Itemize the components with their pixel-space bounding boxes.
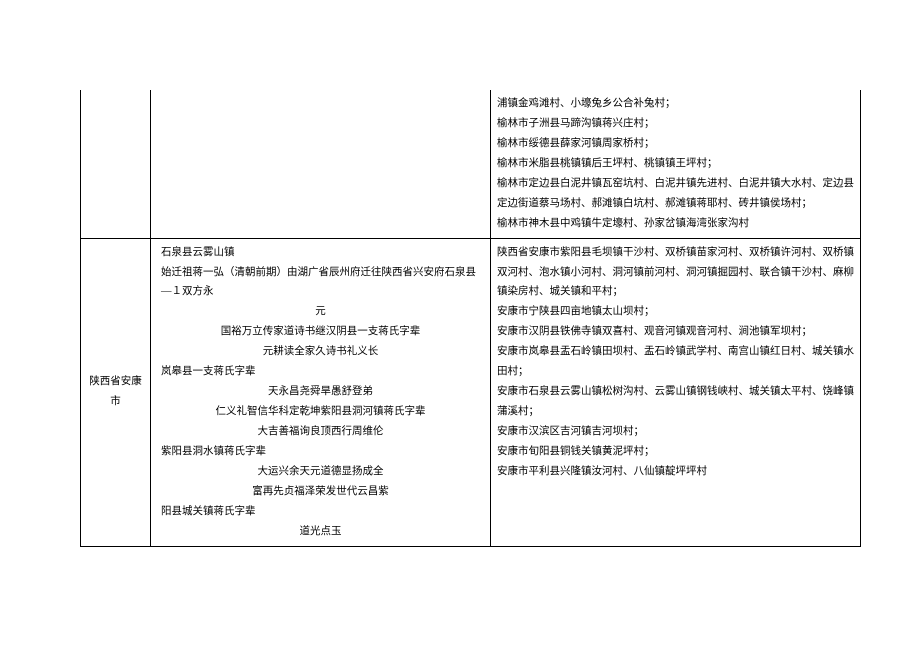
village-line: 榆林市神木县中鸡镇牛定壕村、孙家岔镇海湾张家沟村 [497,214,854,234]
lineage-line: 国裕万立传家道诗书继汉阴县一支蒋氏字辈 [157,322,484,342]
village-line: 安康市宁陕县四亩地镇太山坝村； [497,302,854,322]
lineage-line: 天永昌尧舜旱愚舒登弟 [157,382,484,402]
village-line: 浦镇金鸡滩村、小壕兔乡公合补兔村； [497,94,854,114]
village-line: 安康市石泉县云雾山镇松树沟村、云雾山镇钢钱峡村、城关镇太平村、饶峰镇蒲溪村； [497,382,854,422]
genealogy-table: 浦镇金鸡滩村、小壕兔乡公合补兔村；榆林市子洲县马蹄沟镇蒋兴庄村；榆林市绥德县薛家… [80,90,861,547]
region-cell [81,90,151,238]
village-line: 安康市岚皋县盂石岭镇田坝村、盂石岭镇武学村、南宫山镇红日村、城关镇水田村； [497,342,854,382]
lineage-cell: 石泉县云雾山镇始迁祖蒋一弘（清朝前期）由湖广省辰州府迁往陕西省兴安府石泉县—１双… [151,238,491,546]
village-line: 陕西省安康市紫阳县毛坝镇干沙村、双桥镇苗家河村、双桥镇许河村、双桥镇双河村、泡水… [497,243,854,303]
lineage-line: 紫阳县洞水镇蒋氏字辈 [157,442,484,462]
lineage-line: 富再先贞福泽荣发世代云昌紫 [157,482,484,502]
villages-cell: 浦镇金鸡滩村、小壕兔乡公合补兔村；榆林市子洲县马蹄沟镇蒋兴庄村；榆林市绥德县薛家… [491,90,861,238]
lineage-line: 元 [157,302,484,322]
village-line: 榆林市定边县白泥井镇瓦窑坑村、白泥井镇先进村、白泥井镇大水村、定边县定边街道蔡马… [497,174,854,214]
region-cell: 陕西省安康市 [81,238,151,546]
village-line: 安康市汉滨区吉河镇吉河坝村； [497,422,854,442]
village-line: 安康市平利县兴隆镇汝河村、八仙镇靛坪坪村 [497,462,854,482]
lineage-line: 石泉县云雾山镇 [157,243,484,263]
lineage-line: 仁义礼智信华科定乾坤紫阳县洞河镇蒋氏字辈 [157,402,484,422]
lineage-line: 道光点玉 [157,522,484,542]
table-row: 陕西省安康市 石泉县云雾山镇始迁祖蒋一弘（清朝前期）由湖广省辰州府迁往陕西省兴安… [81,238,861,546]
village-line: 榆林市绥德县薛家河镇周家桥村； [497,134,854,154]
village-line: 安康市旬阳县铜钱关镇黄泥坪村； [497,442,854,462]
table-row: 浦镇金鸡滩村、小壕兔乡公合补兔村；榆林市子洲县马蹄沟镇蒋兴庄村；榆林市绥德县薛家… [81,90,861,238]
lineage-line: 岚皋县一支蒋氏字辈 [157,362,484,382]
lineage-line: 阳县城关镇蒋氏字辈 [157,502,484,522]
lineage-line: 大吉善福询良顶西行周维伦 [157,422,484,442]
village-line: 安康市汉阴县铁佛寺镇双喜村、观音河镇观音河村、涧池镇军坝村； [497,322,854,342]
village-line: 榆林市子洲县马蹄沟镇蒋兴庄村； [497,114,854,134]
document-page: 浦镇金鸡滩村、小壕兔乡公合补兔村；榆林市子洲县马蹄沟镇蒋兴庄村；榆林市绥德县薛家… [0,0,920,651]
lineage-line: 元耕读全家久诗书礼义长 [157,342,484,362]
villages-cell: 陕西省安康市紫阳县毛坝镇干沙村、双桥镇苗家河村、双桥镇许河村、双桥镇双河村、泡水… [491,238,861,546]
cell-text: 陕西省安康市 [89,376,142,407]
village-line: 榆林市米脂县桃镇镇后王坪村、桃镇镇王坪村； [497,154,854,174]
lineage-cell [151,90,491,238]
lineage-line: 始迁祖蒋一弘（清朝前期）由湖广省辰州府迁往陕西省兴安府石泉县—１双方永 [157,263,484,303]
lineage-line: 大运兴余天元道德显扬成全 [157,462,484,482]
